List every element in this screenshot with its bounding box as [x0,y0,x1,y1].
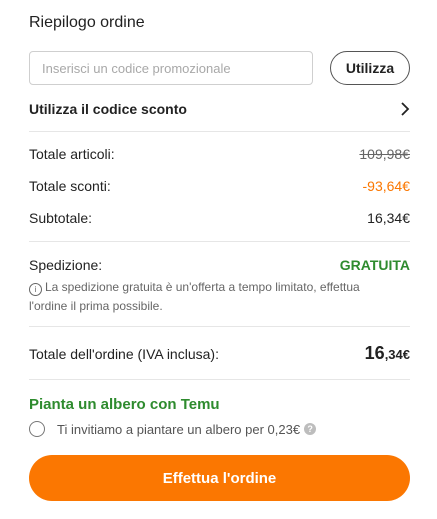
shipping-label: Spedizione: [29,257,103,273]
promo-code-input[interactable] [29,51,313,85]
order-total-integer: 16 [364,343,385,363]
plant-tree-radio[interactable] [29,421,45,437]
plant-tree-text: Ti invitiamo a piantare un albero per 0,… [57,421,301,437]
items-total-row: Totale articoli: 109,98€ [29,146,410,162]
place-order-button[interactable]: Effettua l'ordine [29,455,410,501]
apply-promo-button[interactable]: Utilizza [330,51,410,85]
order-total-value: 16,34€ [365,343,410,364]
subtotal-value: 16,34€ [367,210,410,226]
divider [29,241,410,242]
discounts-total-row: Totale sconti: -93,64€ [29,178,410,194]
discounts-total-value: -93,64€ [362,178,410,194]
shipping-value: GRATUITA [339,257,410,273]
discount-link-label: Utilizza il codice sconto [29,101,187,117]
subtotal-label: Subtotale: [29,210,93,226]
divider [29,379,410,380]
plant-tree-option[interactable]: Ti invitiamo a piantare un albero per 0,… [29,419,317,439]
shipping-note-text: La spedizione gratuita è un'offerta a te… [29,280,360,313]
order-total-row: Totale dell'ordine (IVA inclusa): 16,34€ [29,343,410,364]
items-total-value: 109,98€ [359,146,410,162]
shipping-row: Spedizione: GRATUITA [29,257,410,273]
discounts-total-label: Totale sconti: [29,178,111,194]
info-icon: i [29,283,42,296]
subtotal-row: Subtotale: 16,34€ [29,210,410,226]
chevron-right-icon [401,102,410,116]
use-discount-code-link[interactable]: Utilizza il codice sconto [29,96,410,122]
items-total-label: Totale articoli: [29,146,115,162]
page-title: Riepilogo ordine [29,14,145,31]
order-total-decimal: ,34€ [384,347,410,362]
plant-tree-title: Pianta un albero con Temu [29,396,220,413]
divider [29,326,410,327]
shipping-note: i La spedizione gratuita è un'offerta a t… [29,278,399,316]
divider [29,131,410,132]
question-icon[interactable]: ? [304,423,317,435]
order-total-label: Totale dell'ordine (IVA inclusa): [29,346,219,362]
